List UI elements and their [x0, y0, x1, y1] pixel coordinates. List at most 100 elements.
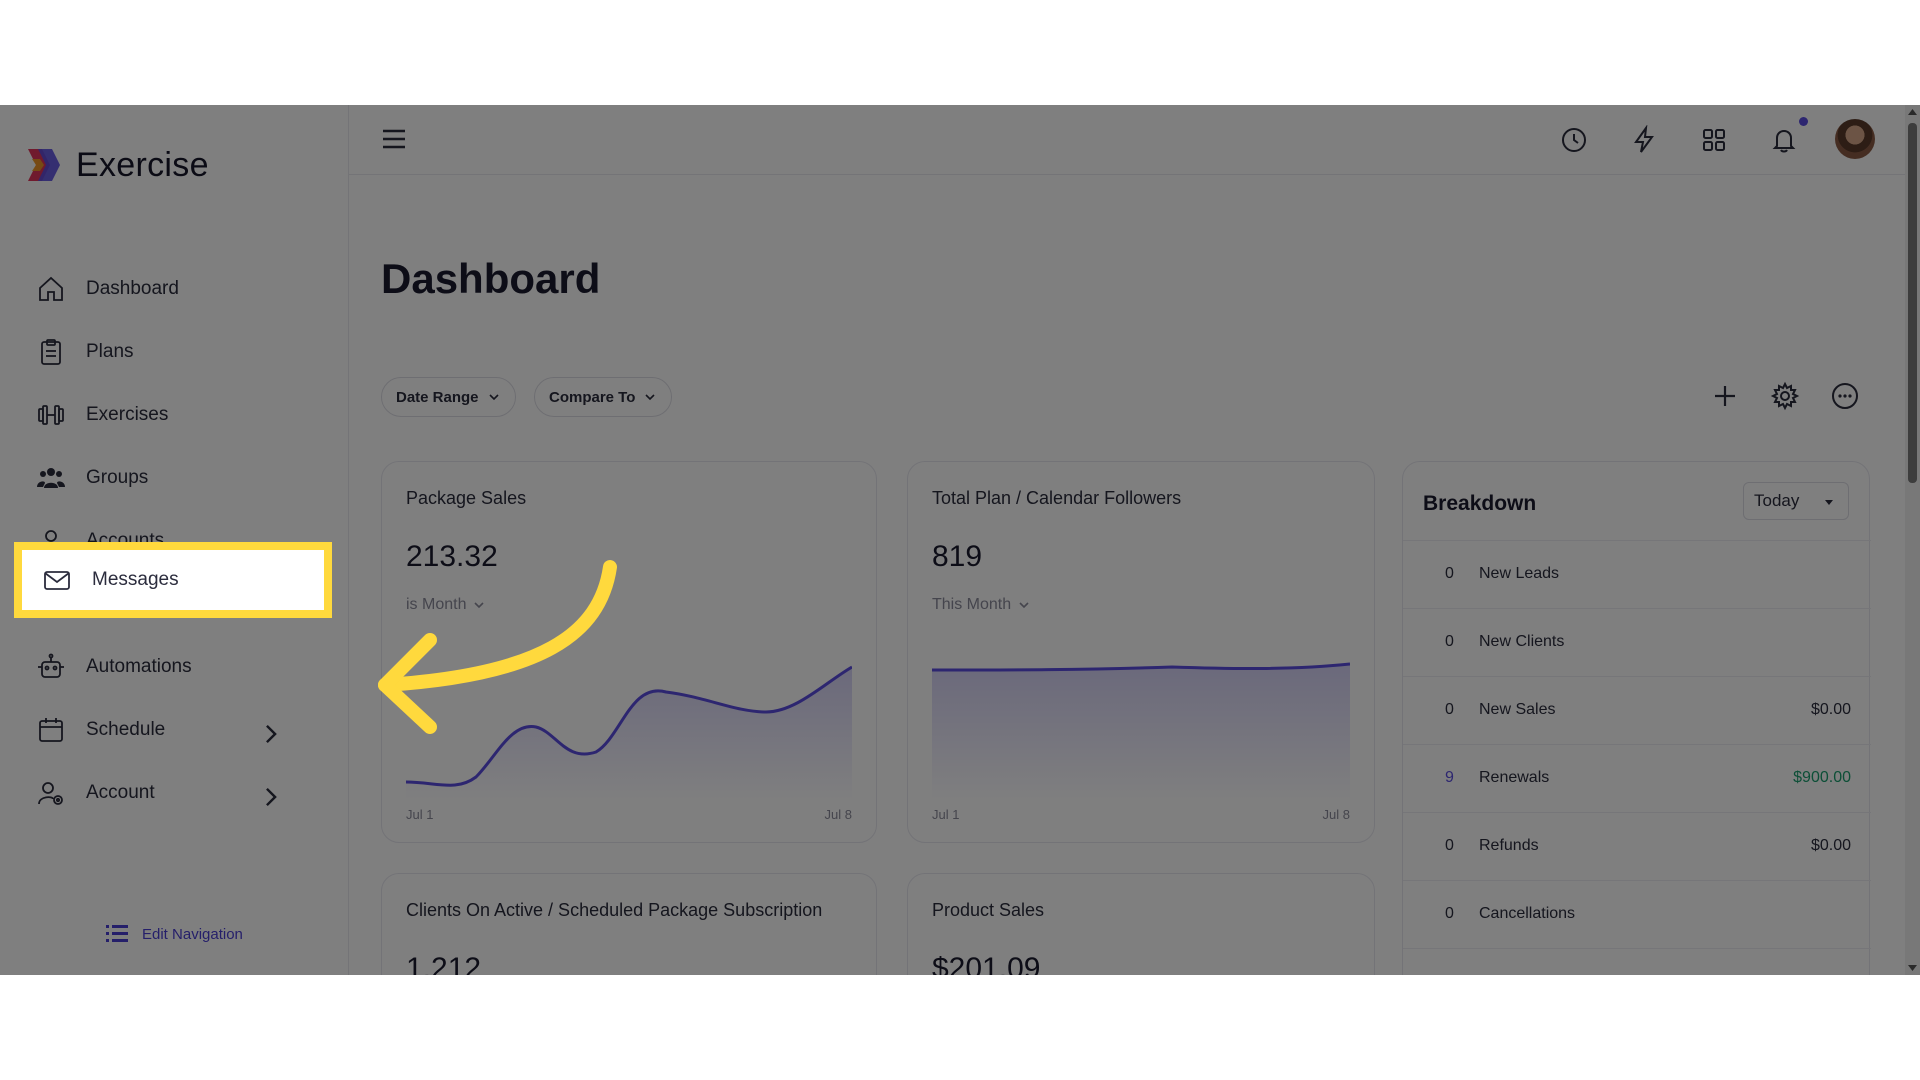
x-axis-end: Jul 8	[1322, 807, 1350, 822]
followers-chart	[932, 662, 1350, 802]
caret-down-icon	[1825, 500, 1833, 505]
sidebar-item-exercises[interactable]: Exercises	[36, 391, 306, 439]
card-value: $201.09	[932, 952, 1041, 975]
card-value: 819	[932, 540, 983, 573]
sidebar-item-label: Dashboard	[86, 278, 179, 299]
area-fill	[932, 664, 1350, 802]
sidebar-item-label: Messages	[92, 569, 179, 590]
x-axis-start: Jul 1	[406, 807, 434, 822]
card-title: Total Plan / Calendar Followers	[932, 488, 1182, 508]
app-name: Exercise	[76, 145, 209, 184]
annotation-arrow-icon	[378, 560, 617, 734]
scroll-down-icon[interactable]	[1907, 963, 1918, 973]
page-title: Dashboard	[381, 255, 601, 302]
breakdown-row[interactable]: 0 New Leads	[1403, 540, 1871, 609]
breakdown-row-divider	[1403, 948, 1871, 975]
breakdown-title: Breakdown	[1423, 492, 1537, 515]
notification-dot	[1799, 117, 1808, 126]
date-range-label: Date Range	[396, 388, 479, 406]
row-count: 0	[1445, 837, 1454, 854]
edit-navigation-link[interactable]: Edit Navigation	[104, 921, 243, 947]
card-value: 1,212	[406, 952, 482, 975]
highlight-box: Messages	[14, 542, 332, 618]
chevron-down-icon	[1019, 602, 1029, 609]
chevron-right-icon	[266, 724, 277, 744]
followers-card: Total Plan / Calendar Followers 819 This…	[907, 461, 1375, 843]
breakdown-period-select[interactable]: Today	[1743, 482, 1849, 520]
sidebar-item-label: Automations	[86, 656, 192, 677]
compare-to-label: Compare To	[549, 388, 636, 406]
sidebar-item-schedule[interactable]: Schedule	[36, 706, 306, 754]
scroll-thumb[interactable]	[1908, 123, 1917, 483]
x-axis-start: Jul 1	[932, 807, 960, 822]
card-title: Product Sales	[932, 900, 1045, 920]
sidebar: Exercise Dashboard Plans Exercises Group…	[0, 105, 349, 975]
breakdown-row[interactable]: 9 Renewals $900.00	[1403, 744, 1871, 813]
list-icon	[106, 925, 128, 942]
users-icon	[37, 468, 65, 488]
breakdown-period-value: Today	[1754, 491, 1800, 510]
series-line	[932, 662, 1350, 672]
row-count: 0	[1445, 565, 1454, 582]
grid-icon[interactable]	[1699, 125, 1729, 155]
chevron-down-icon	[488, 394, 499, 401]
breakdown-row[interactable]: 0 Cancellations	[1403, 880, 1871, 949]
scrollbar[interactable]	[1905, 105, 1920, 975]
robot-icon	[38, 653, 64, 678]
calendar-icon	[39, 718, 63, 742]
logo-icon	[28, 149, 60, 181]
bell-icon[interactable]	[1769, 125, 1799, 155]
row-label: Cancellations	[1479, 905, 1576, 922]
date-range-dropdown[interactable]: Date Range	[381, 377, 516, 417]
sidebar-item-label: Account	[86, 782, 155, 803]
clock-icon[interactable]	[1559, 125, 1589, 155]
app-window: Exercise Dashboard Plans Exercises Group…	[0, 105, 1920, 975]
compare-to-dropdown[interactable]: Compare To	[534, 377, 673, 417]
sidebar-item-plans[interactable]: Plans	[36, 328, 306, 376]
dumbbell-icon	[38, 405, 64, 425]
clipboard-icon	[41, 339, 61, 365]
row-count: 0	[1445, 905, 1454, 922]
breakdown-row[interactable]: 0 New Clients	[1403, 608, 1871, 677]
row-label: Renewals	[1479, 769, 1550, 786]
row-label: Refunds	[1479, 837, 1539, 854]
sidebar-item-dashboard[interactable]: Dashboard	[36, 265, 306, 313]
gear-icon[interactable]	[1770, 381, 1800, 411]
period-label: This Month	[932, 596, 1012, 613]
row-label: New Sales	[1479, 701, 1556, 718]
row-count: 0	[1445, 633, 1454, 650]
breakdown-card: Breakdown Today 0 New Leads 0 New Client…	[1402, 461, 1871, 975]
product-sales-card: Product Sales $201.09	[907, 873, 1375, 975]
scroll-up-icon[interactable]	[1907, 107, 1918, 117]
card-title: Package Sales	[406, 488, 527, 508]
hamburger-icon[interactable]	[381, 127, 407, 151]
row-count: 0	[1445, 701, 1454, 718]
envelope-icon	[44, 571, 70, 590]
user-gear-icon	[38, 782, 63, 805]
sidebar-item-account[interactable]: Account	[36, 769, 306, 817]
lightning-icon[interactable]	[1629, 125, 1659, 155]
ellipsis-icon[interactable]	[1830, 381, 1860, 411]
chevron-right-icon	[266, 787, 277, 807]
avatar[interactable]	[1835, 119, 1875, 159]
home-icon	[39, 276, 63, 301]
sidebar-item-label: Exercises	[86, 404, 169, 425]
topbar	[349, 105, 1909, 175]
plus-icon[interactable]	[1710, 381, 1740, 411]
x-axis-end: Jul 8	[824, 807, 852, 822]
card-title: Clients On Active / Scheduled Package Su…	[406, 900, 823, 920]
row-count: 9	[1445, 769, 1454, 786]
active-subscriptions-card: Clients On Active / Scheduled Package Su…	[381, 873, 877, 975]
chevron-down-icon	[645, 394, 655, 401]
highlighted-messages-item[interactable]: Messages	[42, 556, 312, 604]
app-logo[interactable]: Exercise	[24, 145, 209, 185]
sidebar-item-groups[interactable]: Groups	[36, 454, 306, 502]
period-dropdown[interactable]: This Month	[932, 596, 1031, 614]
breakdown-row[interactable]: 0 New Sales $0.00	[1403, 676, 1871, 745]
sidebar-item-automations[interactable]: Automations	[36, 643, 306, 691]
row-label: New Leads	[1479, 565, 1560, 582]
breakdown-row[interactable]: 0 Refunds $0.00	[1403, 812, 1871, 881]
edit-navigation-label: Edit Navigation	[142, 925, 243, 943]
sidebar-item-label: Plans	[86, 341, 134, 362]
sidebar-item-label: Schedule	[86, 719, 166, 740]
